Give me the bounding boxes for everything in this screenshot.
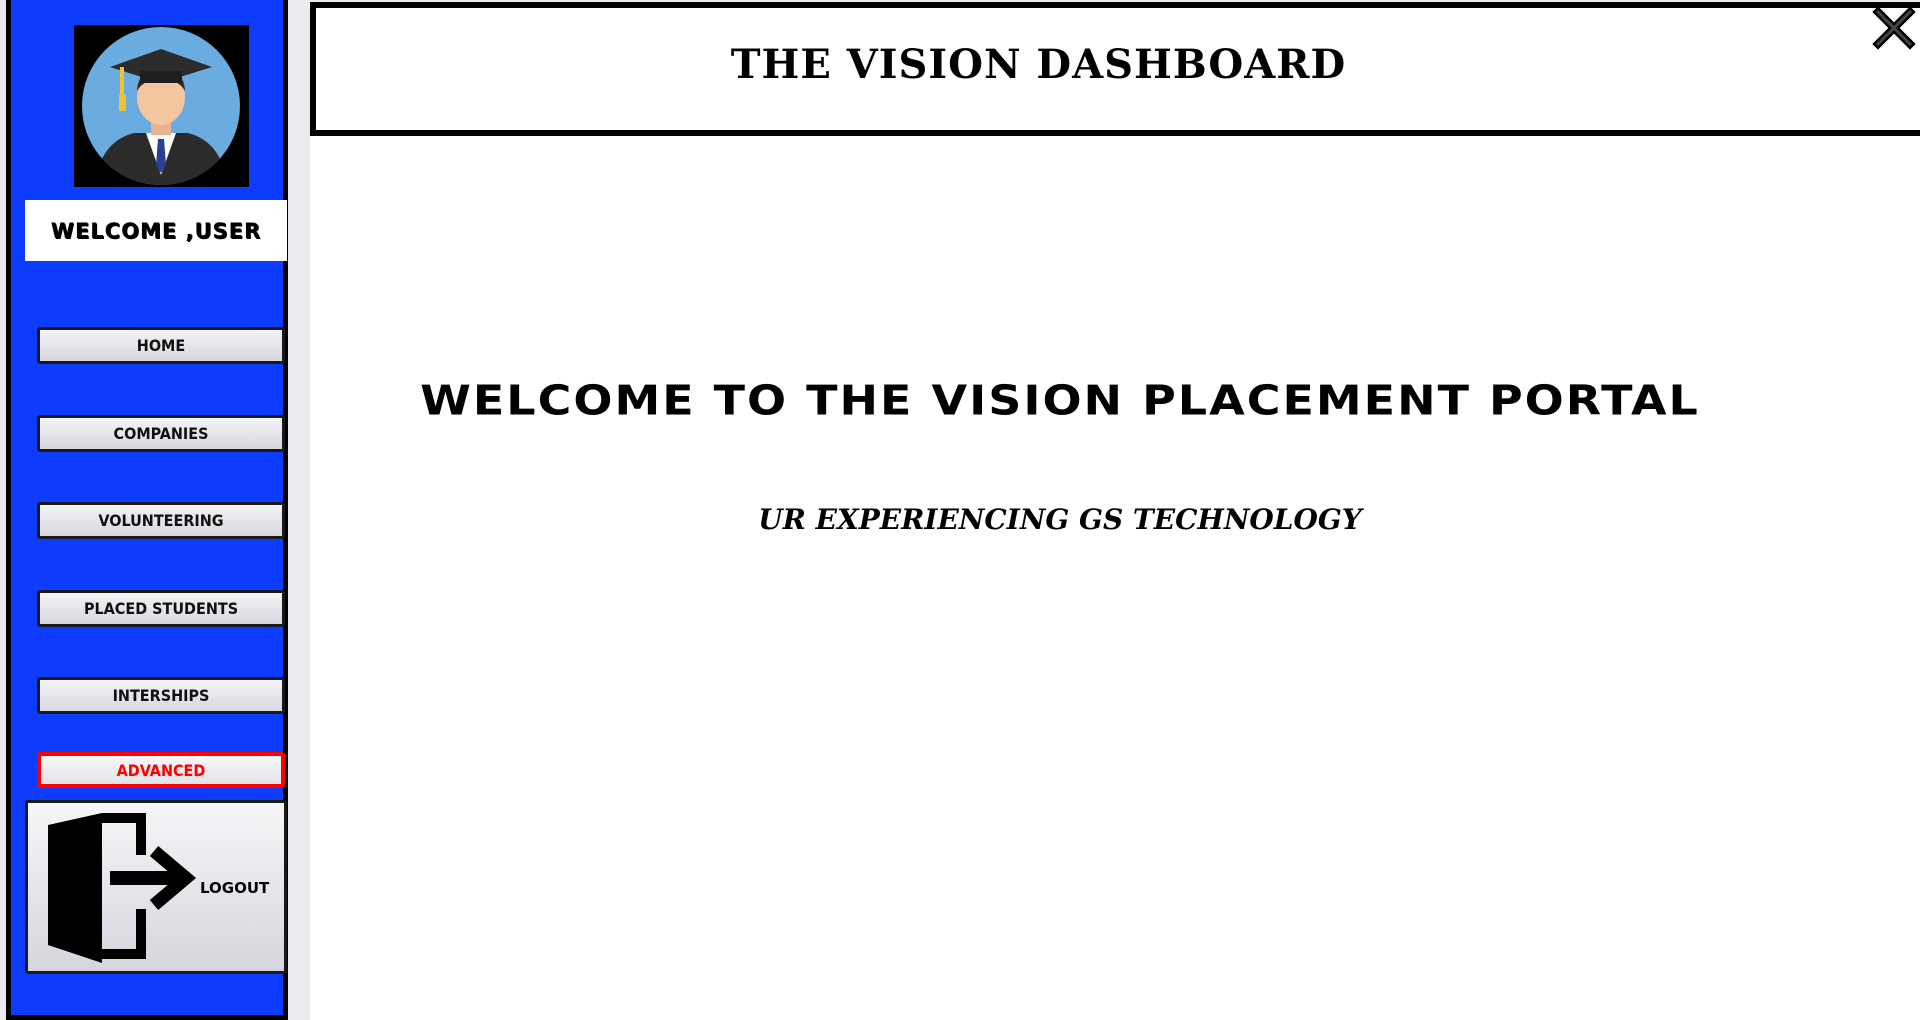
sidebar: WELCOME ,USER HOME COMPANIES VOLUNTEERIN… [6, 0, 288, 1020]
companies-button[interactable]: COMPANIES [37, 415, 285, 452]
home-button[interactable]: HOME [37, 327, 285, 364]
interships-button[interactable]: INTERSHIPS [37, 677, 285, 714]
logout-button[interactable]: LOGOUT [25, 800, 287, 974]
avatar [74, 25, 249, 187]
welcome-subtitle: UR EXPERIENCING GS TECHNOLOGY [758, 503, 1362, 536]
logout-door-icon [48, 813, 197, 963]
close-button[interactable] [1872, 6, 1916, 50]
welcome-user-label: WELCOME ,USER [25, 200, 287, 261]
graduate-avatar-icon [74, 25, 249, 187]
welcome-heading: WELCOME TO THE VISION PLACEMENT PORTAL [420, 375, 1700, 425]
header-bar: THE VISION DASHBOARD [310, 2, 1920, 136]
close-icon [1872, 6, 1916, 50]
volunteering-button[interactable]: VOLUNTEERING [37, 502, 285, 539]
main-content: WELCOME TO THE VISION PLACEMENT PORTAL U… [310, 136, 1920, 1020]
page-title: THE VISION DASHBOARD [730, 41, 1347, 88]
logout-label: LOGOUT [200, 879, 270, 897]
dashboard-window: WELCOME ,USER HOME COMPANIES VOLUNTEERIN… [0, 0, 1920, 1020]
advanced-button[interactable]: ADVANCED [37, 752, 285, 788]
placed-students-button[interactable]: PLACED STUDENTS [37, 590, 285, 627]
